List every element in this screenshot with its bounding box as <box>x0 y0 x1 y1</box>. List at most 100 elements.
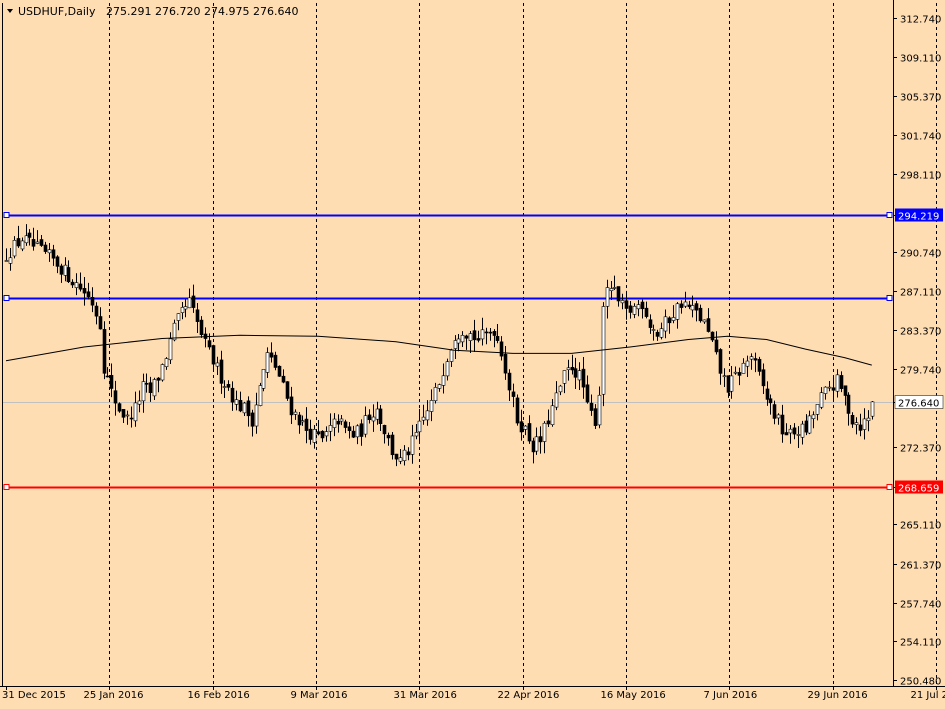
candle-body <box>148 382 153 393</box>
candle-body <box>636 304 641 310</box>
candle-body <box>414 432 419 437</box>
candle-body <box>768 398 773 404</box>
candle-body <box>355 425 360 438</box>
candle-body <box>453 340 458 349</box>
candle-body <box>573 368 578 378</box>
candle-body <box>761 369 766 387</box>
candle-body <box>706 318 711 332</box>
candle-body <box>35 241 40 244</box>
price-tick-label: 250.480 <box>900 677 941 688</box>
time-tick-label: 16 Feb 2016 <box>188 690 250 701</box>
moving-average <box>5 334 872 366</box>
candle-body <box>753 358 758 361</box>
candle-body <box>648 319 653 328</box>
candle-body <box>866 417 871 422</box>
candle-body <box>527 423 532 442</box>
candle-body <box>176 313 181 321</box>
candle-body <box>534 436 539 452</box>
candle-body <box>776 414 781 419</box>
candle-body <box>765 388 770 400</box>
candle-body <box>468 333 473 341</box>
candle-body <box>94 305 99 317</box>
level-anchor-left <box>3 484 10 490</box>
candle-body <box>659 328 664 338</box>
candle-body <box>449 349 454 362</box>
candle-body <box>70 281 75 286</box>
level-anchor-right <box>886 295 893 301</box>
candle-body <box>632 306 637 315</box>
candle-body <box>788 428 793 434</box>
candle-body <box>24 235 29 244</box>
time-grid <box>109 3 937 686</box>
candle-body <box>144 383 149 385</box>
candle-body <box>297 414 302 426</box>
candle-body <box>807 415 812 434</box>
candle-body <box>398 457 403 462</box>
candle-body <box>378 408 383 424</box>
candle-body <box>570 366 575 371</box>
candle-body <box>811 414 816 420</box>
candle-body <box>690 305 695 311</box>
candle-body <box>164 358 169 368</box>
candle-body <box>714 339 719 353</box>
candle-body <box>359 423 364 437</box>
candle-body <box>850 414 855 425</box>
candle-body <box>78 283 83 290</box>
candle-body <box>191 295 196 308</box>
candle-body <box>152 379 157 397</box>
candle-body <box>27 232 32 238</box>
chart-window: 312.740 309.110 305.370 301.740 298.110 294.2… <box>0 0 945 709</box>
candle-body <box>593 408 598 426</box>
candle-body <box>499 341 504 357</box>
candle-body <box>121 409 126 418</box>
price-chart: 312.740 309.110 305.370 301.740 298.110 294.2… <box>0 0 945 701</box>
time-tick-label: 9 Mar 2016 <box>291 690 348 701</box>
candle-body <box>382 424 387 435</box>
candle-body <box>402 449 407 462</box>
candle-body <box>620 300 625 304</box>
candle-body <box>207 340 212 348</box>
candle-body <box>304 418 309 431</box>
price-tick-label: 301.740 <box>900 132 941 143</box>
candle-body <box>59 265 64 275</box>
candle-body <box>698 307 703 322</box>
candle-body <box>277 365 282 377</box>
time-tick-label: 25 Jan 2016 <box>84 690 144 701</box>
candle-body <box>515 397 520 424</box>
candle-body <box>815 404 820 415</box>
candle-body <box>804 420 809 433</box>
price-tick-label: 261.370 <box>900 561 941 572</box>
candle-body <box>694 303 699 311</box>
candle-body <box>671 317 676 321</box>
candle-body <box>156 377 161 381</box>
candle-body <box>566 367 571 371</box>
candle-body <box>488 331 493 334</box>
candle-body <box>749 356 754 360</box>
candle-body <box>800 423 805 438</box>
candle-body <box>484 331 489 334</box>
candle-body <box>655 331 660 337</box>
candle-body <box>117 403 122 412</box>
candle-body <box>246 400 251 417</box>
candle-body <box>718 349 723 374</box>
price-tick-label: 257.740 <box>900 600 941 611</box>
candle-body <box>823 386 828 394</box>
time-tick-label: 21 Jul 2016 <box>911 690 945 701</box>
candle-body <box>74 282 79 288</box>
candle-body <box>683 301 688 307</box>
candle-body <box>835 374 840 392</box>
candle-body <box>651 329 656 331</box>
dropdown-triangle-icon[interactable] <box>7 9 13 13</box>
price-tick-label: 287.110 <box>900 288 941 299</box>
price-tick-label: 265.110 <box>900 521 941 532</box>
level-anchor-left <box>3 295 10 301</box>
candle-body <box>628 305 633 313</box>
candle-body <box>316 431 321 435</box>
candle-body <box>125 414 130 417</box>
candle-body <box>293 411 298 415</box>
candle-body <box>839 375 844 389</box>
candle-body <box>222 386 227 388</box>
price-tick-label: 283.370 <box>900 327 941 338</box>
candle-body <box>226 384 231 388</box>
candle-body <box>98 316 103 330</box>
